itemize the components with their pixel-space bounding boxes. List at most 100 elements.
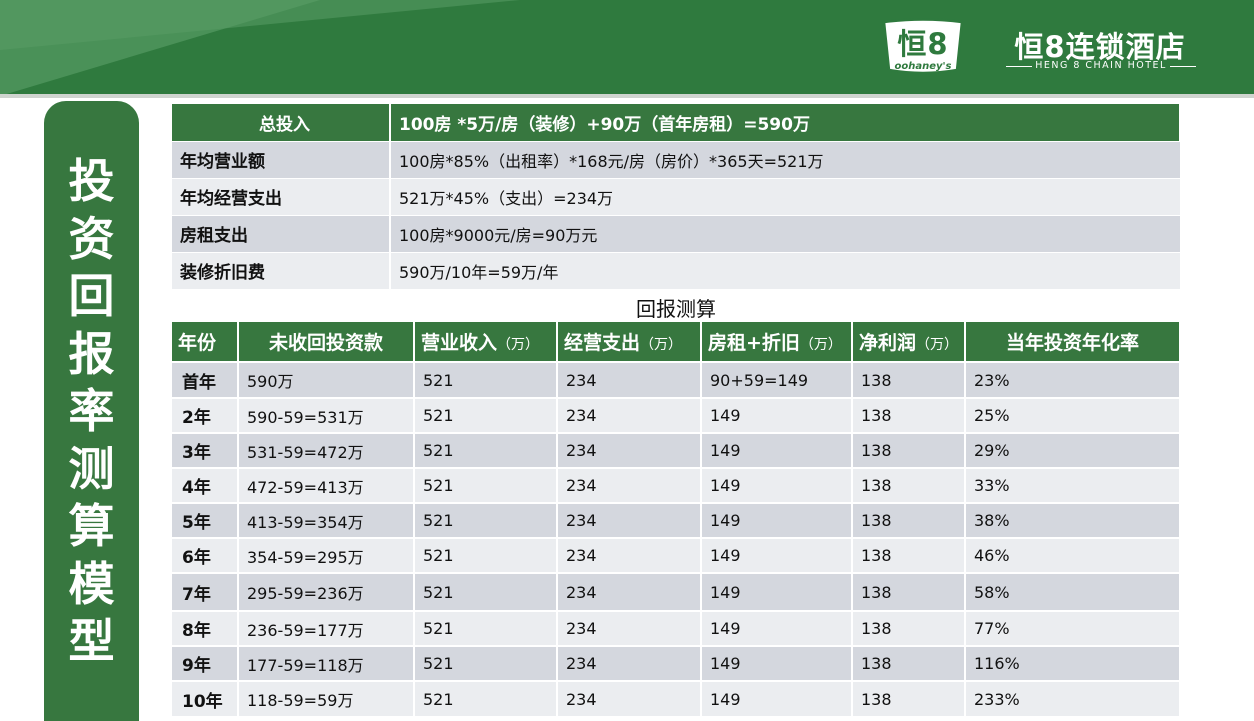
table-cell: 521 [414, 361, 558, 398]
table-cell: 354-59=295万 [238, 537, 415, 573]
column-header: 净利润（万） [852, 322, 966, 362]
table-cell: 233% [965, 680, 1181, 716]
column-header: 当年投资年化率 [965, 322, 1181, 362]
table-cell: 46% [965, 537, 1181, 573]
summary-row-value: 100房*85%（出租率）*168元/房（房价）*365天=521万 [390, 140, 1180, 178]
table-cell: 521 [414, 537, 558, 573]
table-cell: 138 [852, 610, 966, 646]
table-row: 5年 413-59=354万 521 234 149 138 38% [172, 502, 1181, 538]
table-cell: 234 [557, 537, 702, 573]
table-cell: 521 [414, 680, 558, 716]
table-cell: 77% [965, 610, 1181, 646]
page-title-char: 投 [68, 154, 115, 208]
summary-row-value: 100房*9000元/房=90万元 [390, 214, 1180, 252]
summary-header-row: 总投入 100房 *5万/房（装修）+90万（首年房租）=590万 [172, 104, 1181, 141]
table-cell: 118-59=59万 [238, 680, 415, 716]
summary-row-value: 590万/10年=59万/年 [390, 251, 1180, 289]
column-header-unit: （万） [640, 337, 683, 353]
summary-row: 房租支出 100房*9000元/房=90万元 [172, 214, 1180, 252]
table-row: 3年 531-59=472万 521 234 149 138 29% [172, 432, 1181, 468]
table-cell: 149 [701, 680, 853, 716]
table-row: 9年 177-59=118万 521 234 149 138 116% [172, 645, 1181, 681]
table-cell: 138 [852, 432, 966, 468]
table-row: 8年 236-59=177万 521 234 149 138 77% [172, 610, 1181, 646]
table-cell: 138 [852, 397, 966, 433]
page-title-char: 率 [68, 384, 115, 438]
table-cell: 149 [701, 537, 853, 573]
year-cell: 2年 [172, 397, 239, 433]
column-header-unit: （万） [799, 337, 842, 353]
column-header-label: 净利润 [859, 332, 917, 354]
table-cell: 138 [852, 645, 966, 681]
column-header: 年份 [172, 322, 239, 362]
year-cell: 10年 [172, 680, 239, 716]
table-cell: 149 [701, 610, 853, 646]
summary-header-label: 总投入 [172, 104, 391, 141]
page-title-char: 资 [68, 211, 115, 266]
column-header: 未收回投资款 [238, 322, 415, 362]
table-cell: 29% [965, 432, 1181, 468]
page-title-char: 测 [68, 441, 115, 496]
table-cell: 149 [701, 467, 853, 503]
table-cell: 236-59=177万 [238, 610, 415, 646]
column-header: 房租+折旧（万） [701, 322, 853, 362]
table-cell: 149 [701, 432, 853, 468]
table-cell: 521 [414, 645, 558, 681]
table-cell: 138 [852, 572, 966, 611]
table-cell: 149 [701, 397, 853, 433]
table-cell: 472-59=413万 [238, 467, 415, 503]
summary-row: 年均经营支出 521万*45%（支出）=234万 [172, 177, 1180, 215]
table-cell: 58% [965, 572, 1181, 611]
column-header-label: 房租+折旧 [708, 332, 800, 354]
table-cell: 234 [557, 361, 702, 398]
table-cell: 234 [557, 397, 702, 433]
table-row: 4年 472-59=413万 521 234 149 138 33% [172, 467, 1181, 503]
table-cell: 149 [701, 502, 853, 538]
column-header-label: 年份 [178, 332, 217, 354]
logo-badge-subtext: oohaney's [894, 61, 952, 72]
table-cell: 413-59=354万 [238, 502, 415, 538]
page-title-char: 算 [68, 499, 115, 553]
table-cell: 295-59=236万 [238, 572, 415, 611]
table-cell: 234 [557, 645, 702, 681]
summary-row-value: 521万*45%（支出）=234万 [390, 177, 1180, 215]
table-row: 10年 118-59=59万 521 234 149 138 233% [172, 680, 1181, 716]
returns-table: 年份 未收回投资款 营业收入（万） 经营支出（万） 房租+折旧（万） 净利润（万） 当年投资… [172, 322, 1181, 716]
column-header: 营业收入（万） [414, 322, 558, 362]
table-cell: 590-59=531万 [238, 397, 415, 433]
year-cell: 8年 [172, 610, 239, 646]
page-title-char: 回 [68, 269, 115, 323]
table-row: 7年 295-59=236万 521 234 149 138 58% [172, 572, 1181, 611]
summary-row-label: 年均营业额 [172, 140, 391, 178]
summary-row: 装修折旧费 590万/10年=59万/年 [172, 251, 1180, 289]
column-header-unit: （万） [916, 337, 959, 353]
column-header-label: 营业收入 [421, 332, 498, 354]
column-header: 经营支出（万） [557, 322, 702, 362]
sidebar-title-panel: 投资回报率测算模型 [44, 101, 139, 721]
table-cell: 138 [852, 680, 966, 716]
table-cell: 234 [557, 610, 702, 646]
header-banner: 恒8 oohaney's 恒8连锁酒店 HENG 8 CHAIN HOTEL [0, 0, 1254, 96]
returns-table-caption: 回报测算 [636, 297, 716, 321]
table-cell: 521 [414, 502, 558, 538]
banner-decor-shape [0, 0, 520, 50]
year-cell: 3年 [172, 432, 239, 468]
table-cell: 90+59=149 [701, 361, 853, 398]
year-cell: 9年 [172, 645, 239, 681]
year-cell: 首年 [172, 361, 239, 398]
table-cell: 138 [852, 361, 966, 398]
year-cell: 5年 [172, 502, 239, 538]
table-cell: 149 [701, 572, 853, 611]
table-cell: 590万 [238, 361, 415, 398]
table-cell: 138 [852, 537, 966, 573]
table-cell: 149 [701, 645, 853, 681]
page-title-char: 报 [68, 326, 115, 381]
table-cell: 531-59=472万 [238, 432, 415, 468]
column-header-unit: （万） [497, 337, 540, 353]
summary-row-label: 年均经营支出 [172, 177, 391, 215]
table-cell: 234 [557, 467, 702, 503]
brand-logo: 恒8 oohaney's [881, 18, 965, 76]
column-header-label: 未收回投资款 [268, 332, 383, 354]
table-cell: 138 [852, 502, 966, 538]
logo-badge-text: 恒8 [897, 27, 949, 61]
